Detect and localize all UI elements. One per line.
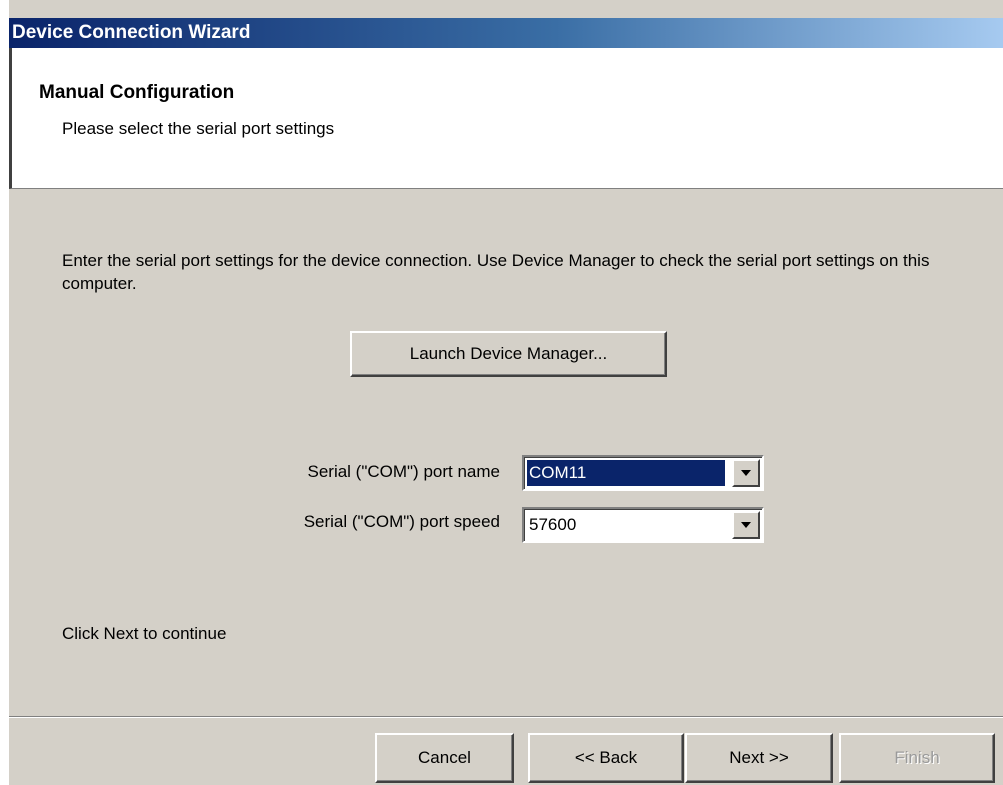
port-name-dropdown[interactable]: COM11: [522, 455, 764, 491]
instructions-text: Enter the serial port settings for the d…: [62, 251, 930, 293]
port-speed-value: 57600: [529, 515, 577, 534]
launch-device-manager-button[interactable]: Launch Device Manager...: [350, 331, 667, 377]
port-name-value: COM11: [527, 460, 725, 486]
window-title: Device Connection Wizard: [12, 22, 251, 43]
port-speed-dropdown-button[interactable]: [732, 511, 760, 539]
wizard-window: Device Connection Wizard Manual Configur…: [9, 0, 1003, 785]
finish-button[interactable]: Finish: [839, 733, 995, 783]
port-name-dropdown-button[interactable]: [732, 459, 760, 487]
cancel-button[interactable]: Cancel: [375, 733, 514, 783]
chevron-down-icon: [741, 522, 751, 528]
footer-divider: [9, 716, 1003, 718]
next-button[interactable]: Next >>: [685, 733, 833, 783]
wizard-header: Manual Configuration Please select the s…: [9, 48, 1003, 189]
page-subtitle: Please select the serial port settings: [62, 119, 335, 138]
page-title: Manual Configuration: [39, 82, 235, 103]
port-speed-dropdown[interactable]: 57600: [522, 507, 764, 543]
port-name-label: Serial ("COM") port name: [307, 462, 500, 481]
chevron-down-icon: [741, 470, 751, 476]
port-speed-label: Serial ("COM") port speed: [303, 512, 500, 531]
continue-hint: Click Next to continue: [62, 624, 227, 643]
back-button[interactable]: << Back: [528, 733, 684, 783]
window-title-bar[interactable]: Device Connection Wizard: [9, 18, 1003, 48]
